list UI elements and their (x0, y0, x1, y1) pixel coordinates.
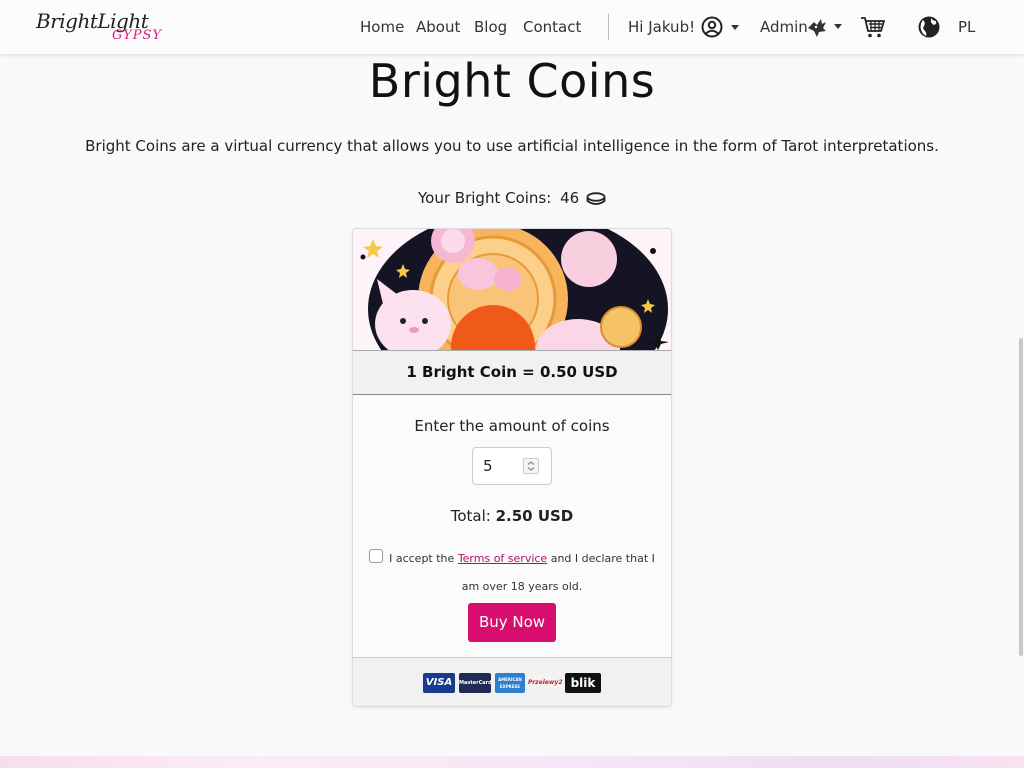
page-scrollbar[interactable] (1019, 338, 1023, 656)
coin-balance: Your Bright Coins: 46 (0, 189, 1024, 207)
footer-gradient (0, 756, 1024, 768)
total-value: 2.50 USD (495, 507, 574, 525)
order-total: Total: 2.50 USD (353, 507, 671, 525)
coin-icon (586, 192, 606, 205)
page-title: Bright Coins (368, 54, 656, 108)
user-menu-greeting[interactable]: Hi Jakub! (628, 18, 695, 36)
page-description: Bright Coins are a virtual currency that… (85, 137, 939, 155)
mastercard-logo: MasterCard (459, 673, 491, 693)
top-navbar: BrightLight GYPSY Home About Blog Contac… (0, 0, 1024, 54)
balance-value: 46 (560, 189, 580, 207)
coin-quantity-input[interactable] (483, 457, 523, 475)
terms-of-service-link[interactable]: Terms of service (458, 552, 547, 565)
buy-now-button[interactable]: Buy Now (468, 603, 556, 642)
user-account-icon[interactable] (701, 16, 723, 38)
nav-about-link[interactable]: About (416, 18, 460, 36)
blik-logo: blik (565, 673, 601, 693)
admin-menu-caret-icon[interactable] (834, 24, 842, 29)
total-label: Total: (450, 507, 491, 525)
visa-logo: VISA (423, 673, 455, 693)
przelewy24-logo: Przelewy24 (528, 673, 562, 693)
dragon-icon[interactable] (806, 16, 828, 38)
purchase-card: 1 Bright Coin = 0.50 USD Enter the amoun… (352, 228, 672, 707)
language-switcher[interactable]: PL (958, 18, 975, 36)
coin-rate-banner: 1 Bright Coin = 0.50 USD (353, 350, 671, 395)
user-menu-caret-icon[interactable] (731, 25, 739, 30)
balance-label: Your Bright Coins: (418, 189, 552, 207)
globe-icon[interactable] (917, 15, 941, 39)
logo-subtext: GYPSY (112, 28, 162, 43)
payment-methods-footer: VISA MasterCard AMERICAN EXPRESS Przelew… (353, 657, 671, 706)
amex-logo: AMERICAN EXPRESS (495, 673, 525, 693)
admin-menu-label[interactable]: Admin (760, 18, 808, 36)
bright-coins-illustration (353, 229, 671, 350)
quantity-spinner-icon[interactable] (523, 458, 539, 474)
accept-terms-checkbox[interactable] (369, 549, 383, 563)
terms-statement: I accept the Terms of service and I decl… (387, 545, 657, 601)
coin-amount-label: Enter the amount of coins (414, 417, 610, 435)
nav-blog-link[interactable]: Blog (474, 18, 507, 36)
coin-quantity-stepper[interactable] (472, 447, 552, 485)
nav-contact-link[interactable]: Contact (523, 18, 581, 36)
cart-icon[interactable] (860, 15, 886, 39)
nav-divider (608, 14, 609, 40)
brand-logo[interactable]: BrightLight GYPSY (36, 9, 166, 49)
terms-prefix: I accept the (389, 552, 455, 565)
nav-home-link[interactable]: Home (360, 18, 404, 36)
